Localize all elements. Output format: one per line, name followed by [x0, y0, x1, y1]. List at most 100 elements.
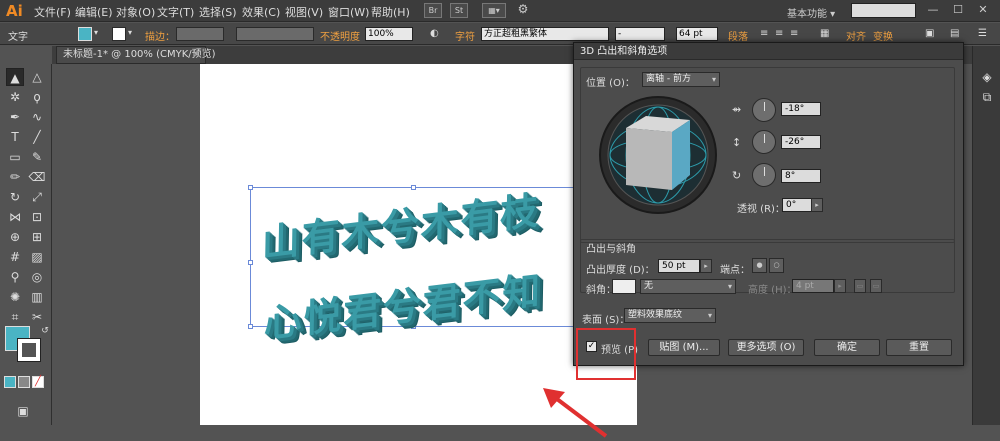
x-rotation-dial[interactable]: [752, 98, 776, 122]
more-options-button[interactable]: 更多选项 (O): [728, 339, 804, 356]
artboards-panel-icon[interactable]: ⧉: [979, 90, 995, 106]
blend-tool-icon[interactable]: ◎: [28, 268, 46, 286]
rotation-track-cube[interactable]: [598, 95, 718, 215]
text-options-icon[interactable]: ▦: [820, 28, 829, 39]
panel-menu-icon[interactable]: ☰: [978, 28, 987, 39]
magic-wand-tool-icon[interactable]: ✲: [6, 88, 24, 106]
rectangle-tool-icon[interactable]: ▭: [6, 148, 24, 166]
shape-builder-tool-icon[interactable]: ⊕: [6, 228, 24, 246]
close-button[interactable]: ✕: [972, 2, 994, 18]
menu-type[interactable]: 文字(T): [157, 4, 194, 20]
stroke-label[interactable]: 描边：: [145, 28, 175, 43]
document-tab[interactable]: 未标题-1* @ 100% (CMYK/预览) ×: [56, 46, 216, 64]
eraser-tool-icon[interactable]: ⌫: [28, 168, 46, 186]
color-mode-icon[interactable]: [4, 376, 16, 388]
stroke-dropdown-icon[interactable]: ▾: [128, 28, 132, 37]
paragraph-label[interactable]: 段落: [728, 28, 748, 43]
menu-object[interactable]: 对象(O): [116, 4, 155, 20]
symbol-sprayer-tool-icon[interactable]: ✺: [6, 288, 24, 306]
close-tab-icon[interactable]: ×: [193, 47, 201, 63]
column-graph-tool-icon[interactable]: ▥: [28, 288, 46, 306]
map-art-button[interactable]: 贴图 (M)...: [648, 339, 720, 356]
scale-tool-icon[interactable]: ⤢: [28, 188, 46, 206]
arrange-documents-icon[interactable]: ▦▾: [482, 3, 506, 18]
reset-button[interactable]: 重置: [886, 339, 952, 356]
cap-on-icon[interactable]: ●: [752, 258, 767, 273]
curvature-tool-icon[interactable]: ∿: [28, 108, 46, 126]
menu-window[interactable]: 窗口(W): [328, 4, 369, 20]
variable-width-field[interactable]: [236, 27, 314, 41]
fill-swatch[interactable]: [78, 27, 92, 41]
handle-top-middle[interactable]: [411, 185, 416, 190]
opacity-label[interactable]: 不透明度: [320, 28, 360, 43]
gradient-mode-icon[interactable]: [18, 376, 30, 388]
menu-file[interactable]: 文件(F): [34, 4, 71, 20]
y-rotation-field[interactable]: -26°: [781, 135, 821, 149]
isolate-icon[interactable]: ▣: [925, 28, 934, 39]
mesh-tool-icon[interactable]: #: [6, 248, 24, 266]
type-tool-icon[interactable]: T: [6, 128, 24, 146]
gpu-performance-icon[interactable]: ⚙: [514, 3, 532, 18]
depth-slider-icon[interactable]: ▸: [700, 259, 712, 273]
font-size-field[interactable]: 64 pt: [676, 27, 718, 41]
screen-mode-icon[interactable]: ▣: [14, 402, 32, 420]
line-tool-icon[interactable]: ╱: [28, 128, 46, 146]
selection-tool-icon[interactable]: ▲: [6, 68, 24, 86]
x-rotation-field[interactable]: -18°: [781, 102, 821, 116]
perspective-field[interactable]: 0°: [782, 198, 812, 212]
transform-label[interactable]: 变换: [873, 28, 893, 43]
menu-effect[interactable]: 效果(C): [242, 4, 280, 20]
stroke-weight-field[interactable]: [176, 27, 224, 41]
position-select[interactable]: 离轴 - 前方 ▾: [642, 72, 720, 87]
font-family-field[interactable]: 方正超粗黑繁体: [481, 27, 609, 41]
maximize-button[interactable]: ☐: [947, 2, 969, 18]
menu-edit[interactable]: 编辑(E): [75, 4, 113, 20]
align-center-icon[interactable]: ≡: [775, 28, 783, 39]
handle-top-left[interactable]: [248, 185, 253, 190]
z-rotation-dial[interactable]: [752, 163, 776, 187]
bevel-select[interactable]: 无 ▾: [640, 279, 736, 294]
document-setup-icon[interactable]: ▤: [950, 28, 959, 39]
align-left-icon[interactable]: ≡: [760, 28, 768, 39]
bevel-in-icon[interactable]: ▭: [870, 279, 882, 293]
character-label[interactable]: 字符: [455, 28, 475, 43]
height-slider-icon[interactable]: ▸: [834, 279, 846, 293]
swap-colors-icon[interactable]: ↺: [36, 322, 54, 340]
workspace-switcher[interactable]: 基本功能 ▾: [787, 5, 835, 20]
menu-select[interactable]: 选择(S): [199, 4, 237, 20]
align-right-icon[interactable]: ≡: [790, 28, 798, 39]
extrude-depth-field[interactable]: 50 pt: [658, 259, 700, 273]
align-label[interactable]: 对齐: [846, 28, 866, 43]
paintbrush-tool-icon[interactable]: ✎: [28, 148, 46, 166]
stroke-color-swatch[interactable]: [17, 338, 41, 362]
opacity-field[interactable]: 100%: [365, 27, 413, 41]
cap-off-icon[interactable]: ○: [769, 258, 784, 273]
none-mode-icon[interactable]: ╱: [32, 376, 44, 388]
z-rotation-field[interactable]: 8°: [781, 169, 821, 183]
direct-selection-tool-icon[interactable]: △: [28, 68, 46, 86]
width-tool-icon[interactable]: ⋈: [6, 208, 24, 226]
perspective-grid-tool-icon[interactable]: ⊞: [28, 228, 46, 246]
rotate-tool-icon[interactable]: ↻: [6, 188, 24, 206]
lasso-tool-icon[interactable]: ϙ: [28, 88, 46, 106]
ok-button[interactable]: 确定: [814, 339, 880, 356]
menu-help[interactable]: 帮助(H): [371, 4, 410, 20]
gradient-tool-icon[interactable]: ▨: [28, 248, 46, 266]
minimize-button[interactable]: —: [922, 2, 944, 18]
stock-button[interactable]: St: [450, 3, 468, 18]
handle-middle-left[interactable]: [248, 260, 253, 265]
bevel-height-field[interactable]: 4 pt: [792, 279, 834, 293]
pen-tool-icon[interactable]: ✒: [6, 108, 24, 126]
bevel-out-icon[interactable]: ▭: [854, 279, 866, 293]
y-rotation-dial[interactable]: [752, 130, 776, 154]
free-transform-tool-icon[interactable]: ⊡: [28, 208, 46, 226]
artboard-tool-icon[interactable]: ⌗: [6, 308, 24, 326]
layers-panel-icon[interactable]: ◈: [979, 70, 995, 86]
dialog-title[interactable]: 3D 凸出和斜角选项: [574, 43, 963, 60]
handle-bottom-left[interactable]: [248, 324, 253, 329]
recolor-icon[interactable]: ◐: [430, 28, 439, 39]
perspective-dropdown-icon[interactable]: ▸: [811, 198, 823, 212]
font-style-field[interactable]: -: [615, 27, 665, 41]
search-input[interactable]: [851, 3, 916, 18]
pencil-tool-icon[interactable]: ✏: [6, 168, 24, 186]
